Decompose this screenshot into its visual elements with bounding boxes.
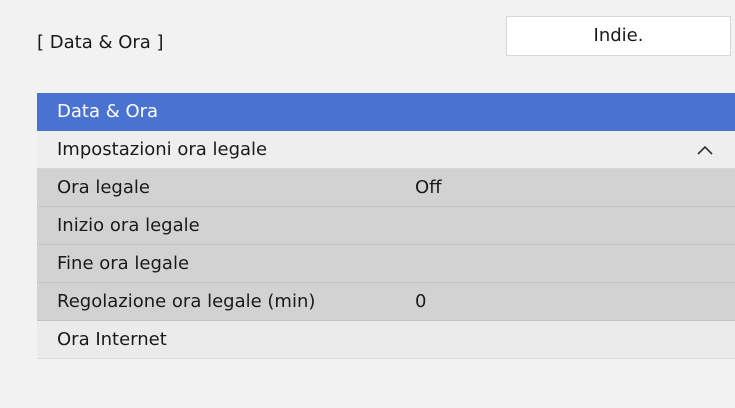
menu-item-ora-legale[interactable]: Ora legale Off (37, 169, 735, 207)
menu-item-label: Regolazione ora legale (min) (57, 291, 316, 312)
menu-item-label: Inizio ora legale (57, 215, 200, 236)
menu-item-label: Ora legale (57, 177, 150, 198)
regolazione-value: 0 (415, 291, 427, 312)
chevron-up-icon (697, 145, 713, 155)
back-button[interactable]: Indie. (506, 16, 731, 56)
menu-item-impostazioni-ora-legale[interactable]: Impostazioni ora legale (37, 131, 735, 169)
menu-item-label: Impostazioni ora legale (57, 139, 268, 160)
menu-item-label: Data & Ora (57, 101, 159, 122)
menu-footer (37, 391, 735, 408)
menu-item-fine-ora-legale[interactable]: Fine ora legale (37, 245, 735, 283)
menu-item-ora-internet[interactable]: Ora Internet (37, 321, 735, 359)
menu-item-regolazione-ora-legale[interactable]: Regolazione ora legale (min) 0 (37, 283, 735, 321)
menu-item-data-ora[interactable]: Data & Ora (37, 93, 735, 131)
menu-header: [ Data & Ora ] Indie. (0, 0, 735, 88)
page-title: [ Data & Ora ] (37, 32, 164, 53)
menu-item-label: Ora Internet (57, 329, 167, 350)
settings-menu: Data & Ora Impostazioni ora legale Ora l… (37, 93, 735, 359)
projector-settings-screen: [ Data & Ora ] Indie. Data & Ora Imposta… (0, 0, 735, 408)
menu-item-label: Fine ora legale (57, 253, 190, 274)
menu-item-inizio-ora-legale[interactable]: Inizio ora legale (37, 207, 735, 245)
ora-legale-value: Off (415, 177, 442, 198)
